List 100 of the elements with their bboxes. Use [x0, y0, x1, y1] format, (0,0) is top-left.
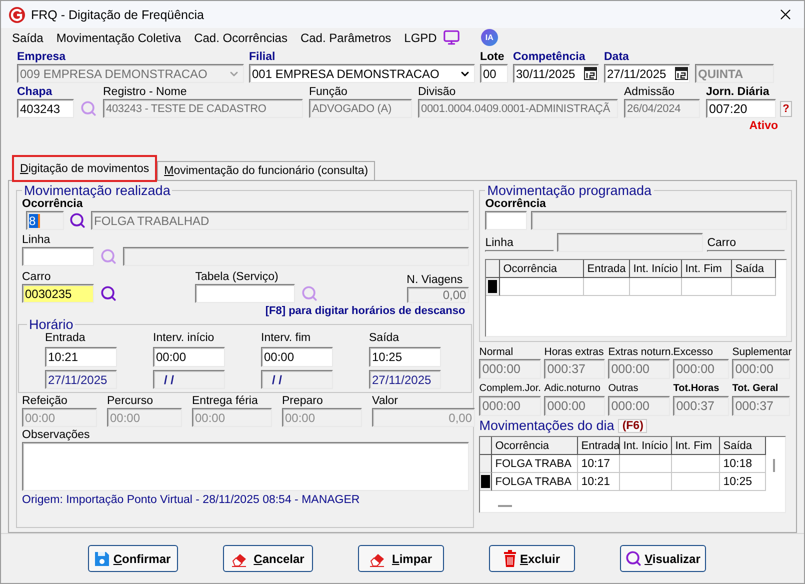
action-button[interactable]: Cancelar [222, 545, 312, 572]
text-area[interactable] [22, 442, 470, 491]
input-field: FOLGA TRABALHAD [91, 211, 470, 230]
row-header[interactable] [480, 455, 492, 473]
action-button[interactable]: Visualizar [620, 545, 706, 572]
help-button[interactable]: ? [780, 100, 792, 116]
date-field[interactable]: 30/11/2025 [513, 64, 599, 83]
selected-text[interactable]: 8 [29, 214, 40, 228]
date-field[interactable]: 27/11/2025 [604, 64, 690, 83]
input-field: 27/11/2025 [369, 370, 441, 389]
action-button[interactable]: Confirmar [88, 545, 178, 572]
field-label: N. Viagens [406, 273, 464, 287]
calendar-icon[interactable] [675, 67, 688, 80]
input-field: 403243 - TESTE DE CADASTRO [103, 99, 303, 118]
column-header[interactable]: Saída [720, 437, 766, 455]
table-cell [630, 278, 682, 296]
input-field: 0001.0004.0409.0001-ADMINISTRAÇÃ [418, 99, 618, 118]
field-label: Lote [480, 50, 506, 64]
table-cell [672, 455, 720, 473]
shortcut-key[interactable]: (F6) [618, 418, 648, 432]
ai-button[interactable]: IA [480, 29, 498, 46]
table-cell [584, 278, 630, 296]
input-field: QUINTA [695, 64, 774, 83]
origin-text: Origem: Importação Ponto Virtual - 28/11/2025 08:54 - MANAGER [22, 494, 361, 506]
field-label: Adic.noturno [544, 382, 602, 395]
scrollbar-thumb[interactable] [773, 459, 775, 472]
action-button[interactable]: Excluir [488, 545, 574, 572]
row-header[interactable] [486, 278, 500, 296]
field-label: Chapa [17, 85, 54, 99]
field-label: Suplementar [732, 346, 790, 358]
input-field: 26/04/2024 [624, 99, 700, 118]
menu-item[interactable]: Cad. Ocorrências [194, 30, 288, 44]
field-label: Outras [608, 382, 640, 395]
input-field: 000:37 [544, 359, 606, 379]
tab[interactable]: Movimentação do funcionário (consulta) [157, 161, 376, 181]
group-title: Movimentação realizada [23, 183, 172, 198]
trash-icon [502, 550, 517, 567]
grid-corner [480, 437, 492, 455]
menu-item[interactable]: Movimentação Coletiva [56, 30, 182, 44]
search-icon [624, 550, 642, 567]
table-cell: 10:25 [720, 473, 766, 491]
input-field[interactable]: 0030235 [22, 284, 94, 303]
input-field[interactable] [22, 247, 94, 266]
column-header[interactable]: Saída [732, 260, 776, 278]
field-label: Tabela (Serviço) [195, 270, 280, 284]
field-label: Carro [707, 236, 737, 250]
grid-corner [486, 260, 500, 278]
scrollbar-thumb[interactable] [498, 505, 512, 507]
column-header[interactable]: Ocorrência [500, 260, 584, 278]
input-field[interactable]: 10:21 [45, 347, 117, 367]
input-field[interactable]: 00 [480, 64, 508, 83]
input-field: 000:00 [608, 359, 670, 379]
field-label: Refeição [22, 395, 68, 408]
data-grid[interactable]: Ocorrência Entrada Int. Início Int. Fim Saída [485, 259, 787, 337]
group-title: Horário [28, 317, 74, 332]
field-label: Data [604, 50, 630, 64]
input-field[interactable]: 00:00 [153, 347, 225, 367]
input-field: / / [261, 370, 333, 389]
input-field[interactable]: 403243 [17, 99, 74, 118]
menu-item[interactable]: Saída [12, 30, 44, 44]
field-label: Observações [22, 428, 91, 442]
field-label: Complem.Jor. [479, 382, 542, 395]
input-field[interactable]: 8 [26, 211, 64, 230]
field-label: Interv. início [153, 332, 216, 344]
input-field[interactable]: 007:20 [706, 99, 776, 118]
column-header[interactable]: Int. Fim [682, 260, 732, 278]
table-cell [732, 278, 776, 296]
input-field[interactable] [195, 284, 296, 303]
tab[interactable]: Digitação de movimentos [13, 156, 156, 181]
input-field: 00:00 [107, 408, 182, 427]
input-field: 00:00 [22, 408, 97, 427]
column-header[interactable]: Ocorrência [492, 437, 578, 455]
window-title: FRQ - Digitação de Freqüência [31, 8, 205, 22]
action-button[interactable]: Limpar [358, 545, 444, 572]
column-header[interactable]: Int. Fim [672, 437, 720, 455]
field-label: Admissão [624, 85, 676, 99]
input-field: 000:00 [673, 359, 730, 379]
field-label: Ocorrência [22, 198, 84, 211]
search-icon[interactable] [69, 212, 86, 229]
section-title: Movimentações do dia [479, 418, 614, 433]
table-cell [620, 473, 672, 491]
menu-item[interactable]: LGPD [404, 30, 437, 44]
field-label: Tot.Horas [673, 382, 720, 395]
dropdown[interactable]: 001 EMPRESA DEMONSTRACAO [249, 64, 475, 83]
column-header[interactable]: Entrada [584, 260, 630, 278]
column-header[interactable]: Int. Início [620, 437, 672, 455]
table-cell [672, 473, 720, 491]
input-field[interactable]: 00:00 [261, 347, 333, 367]
search-icon[interactable] [100, 285, 117, 302]
calendar-icon[interactable] [584, 67, 597, 80]
row-header[interactable] [480, 473, 492, 491]
column-header[interactable]: Int. Início [630, 260, 682, 278]
input-field: 000:00 [479, 359, 542, 379]
input-field[interactable] [485, 211, 528, 230]
field-label: Saída [369, 332, 400, 344]
input-field[interactable]: 10:25 [369, 347, 441, 367]
menu-item[interactable]: Cad. Parâmetros [300, 30, 392, 44]
input-field: 00:00 [192, 408, 272, 427]
input-field: / / [153, 370, 225, 389]
monitor-icon[interactable] [442, 29, 460, 46]
